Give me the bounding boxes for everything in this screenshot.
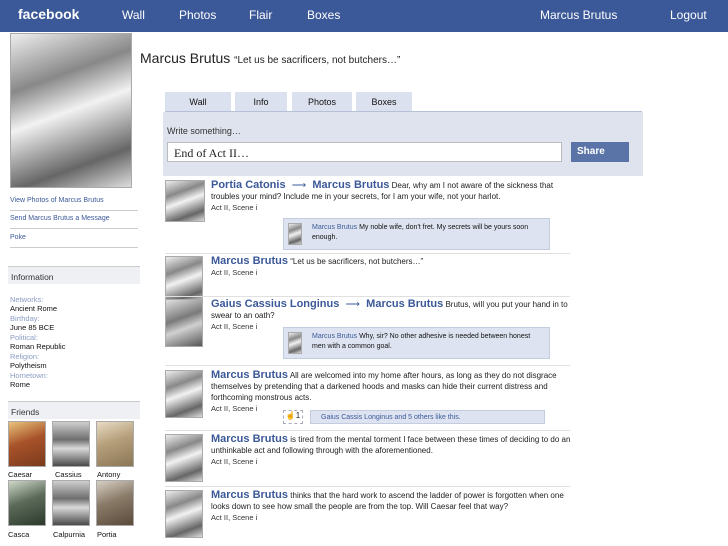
post-body: Marcus Brutus is tired from the mental t… xyxy=(211,434,571,467)
friend-name-calpurnia[interactable]: Calpurnia xyxy=(53,530,85,539)
information-heading: Information xyxy=(8,266,140,284)
post-author[interactable]: Marcus Brutus xyxy=(211,489,288,501)
info-political-label: Political: xyxy=(10,333,38,342)
info-hometown-value[interactable]: Rome xyxy=(10,380,140,390)
nav-photos[interactable]: Photos xyxy=(179,8,216,22)
post-body: Marcus Brutus “Let us be sacrificers, no… xyxy=(211,256,571,278)
tab-photos[interactable]: Photos xyxy=(292,92,352,112)
friend-name-casca[interactable]: Casca xyxy=(8,530,29,539)
logout-link[interactable]: Logout xyxy=(670,8,707,22)
post-text: “Let us be sacrificers, not butchers…” xyxy=(290,257,424,266)
comment-body: Marcus Brutus My noble wife, don't fret.… xyxy=(312,223,542,243)
info-political-value: Roman Republic xyxy=(10,342,66,351)
post-recipient[interactable]: Marcus Brutus xyxy=(312,179,389,191)
post-meta: Act II, Scene i xyxy=(211,513,258,522)
post-divider xyxy=(165,253,570,254)
top-navigation-bar: facebook Wall Photos Flair Boxes Marcus … xyxy=(0,0,728,32)
post-comment: Marcus Brutus Why, sir? No other adhesiv… xyxy=(283,327,550,359)
info-networks-label: Networks: xyxy=(10,295,44,304)
friend-photo-casca[interactable] xyxy=(8,480,46,526)
composer-label: Write something… xyxy=(167,126,241,136)
profile-picture[interactable] xyxy=(10,33,132,188)
info-birthday-label: Birthday: xyxy=(10,314,40,323)
friend-photo-caesar[interactable] xyxy=(8,421,46,467)
post-author[interactable]: Marcus Brutus xyxy=(211,433,288,445)
like-count: ☝1 xyxy=(283,410,303,424)
arrow-right-icon: ⟶ xyxy=(345,299,360,310)
like-summary[interactable]: Gaius Cassis Longinus and 5 others like … xyxy=(310,410,545,424)
comment-body: Marcus Brutus Why, sir? No other adhesiv… xyxy=(312,332,544,352)
nav-wall[interactable]: Wall xyxy=(122,8,145,22)
like-summary-text[interactable]: Gaius Cassis Longinus and 5 others like … xyxy=(321,413,461,423)
post-author-photo[interactable] xyxy=(165,299,203,347)
tab-info[interactable]: Info xyxy=(235,92,287,112)
send-message-link[interactable]: Send Marcus Brutus a Message xyxy=(10,215,138,229)
comment-author[interactable]: Marcus Brutus xyxy=(312,224,357,231)
post-body: Marcus Brutus All are welcomed into my h… xyxy=(211,370,571,414)
tab-wall[interactable]: Wall xyxy=(165,92,231,112)
post-author-photo[interactable] xyxy=(165,370,203,418)
arrow-right-icon: ⟶ xyxy=(291,180,307,191)
profile-name: Marcus Brutus xyxy=(140,50,231,66)
post-divider xyxy=(165,296,570,297)
post-author[interactable]: Gaius Cassius Longinus xyxy=(211,298,339,310)
friend-name-caesar[interactable]: Caesar xyxy=(8,470,32,479)
composer-panel: Write something… End of Act II… Share xyxy=(163,112,643,176)
friend-name-portia[interactable]: Portia xyxy=(97,530,117,539)
information-list: Networks: Ancient Rome Birthday: June 85… xyxy=(10,295,140,390)
post-divider xyxy=(165,365,570,366)
info-birthday-value: June 85 BCE xyxy=(10,323,55,332)
post-recipient[interactable]: Marcus Brutus xyxy=(366,298,443,310)
post-author-photo[interactable] xyxy=(165,490,203,538)
share-button[interactable]: Share xyxy=(571,142,629,162)
composer-input[interactable]: End of Act II… xyxy=(167,142,562,162)
post-comment: Marcus Brutus My noble wife, don't fret.… xyxy=(283,218,550,250)
nav-boxes[interactable]: Boxes xyxy=(307,8,340,22)
profile-status: “Let us be sacrificers, not butchers…” xyxy=(234,55,401,66)
post-body: Portia Catonis ⟶ Marcus Brutus Dear, why… xyxy=(211,180,571,213)
friend-name-antony[interactable]: Antony xyxy=(97,470,120,479)
wall-post: Marcus Brutus is tired from the mental t… xyxy=(165,434,570,486)
friend-photo-antony[interactable] xyxy=(96,421,134,467)
post-author-photo[interactable] xyxy=(165,180,205,222)
comment-author-photo[interactable] xyxy=(288,223,302,245)
profile-header: Marcus Brutus “Let us be sacrificers, no… xyxy=(140,50,400,66)
post-body: Marcus Brutus thinks that the hard work … xyxy=(211,490,571,523)
view-photos-link[interactable]: View Photos of Marcus Brutus xyxy=(10,197,138,211)
friend-photo-calpurnia[interactable] xyxy=(52,480,90,526)
post-meta: Act II, Scene i xyxy=(211,457,258,466)
post-author[interactable]: Marcus Brutus xyxy=(211,369,288,381)
brand-logo[interactable]: facebook xyxy=(18,6,79,22)
info-religion-label: Religion: xyxy=(10,352,40,361)
post-author-photo[interactable] xyxy=(165,434,203,482)
wall-post: Marcus Brutus “Let us be sacrificers, no… xyxy=(165,256,571,304)
post-author[interactable]: Portia Catonis xyxy=(211,179,286,191)
wall-post: Marcus Brutus thinks that the hard work … xyxy=(165,490,570,542)
friends-heading: Friends xyxy=(8,401,140,419)
friend-photo-portia[interactable] xyxy=(96,480,134,526)
post-meta: Act II, Scene i xyxy=(211,268,258,277)
thumbs-up-icon: ☝ xyxy=(285,411,296,420)
post-author[interactable]: Marcus Brutus xyxy=(211,255,288,267)
tab-boxes[interactable]: Boxes xyxy=(356,92,412,112)
info-hometown-label: Hometown: xyxy=(10,371,48,380)
friend-name-cassius[interactable]: Cassius xyxy=(55,470,82,479)
info-networks-value[interactable]: Ancient Rome xyxy=(10,304,140,314)
comment-author[interactable]: Marcus Brutus xyxy=(312,333,357,340)
post-divider xyxy=(165,430,570,431)
post-meta: Act II, Scene i xyxy=(211,203,258,212)
nav-user[interactable]: Marcus Brutus xyxy=(540,8,617,22)
nav-flair[interactable]: Flair xyxy=(249,8,272,22)
poke-link[interactable]: Poke xyxy=(10,234,138,248)
info-religion-value: Polytheism xyxy=(10,361,47,370)
friend-photo-cassius[interactable] xyxy=(52,421,90,467)
post-divider xyxy=(165,486,570,487)
comment-author-photo[interactable] xyxy=(288,332,302,354)
